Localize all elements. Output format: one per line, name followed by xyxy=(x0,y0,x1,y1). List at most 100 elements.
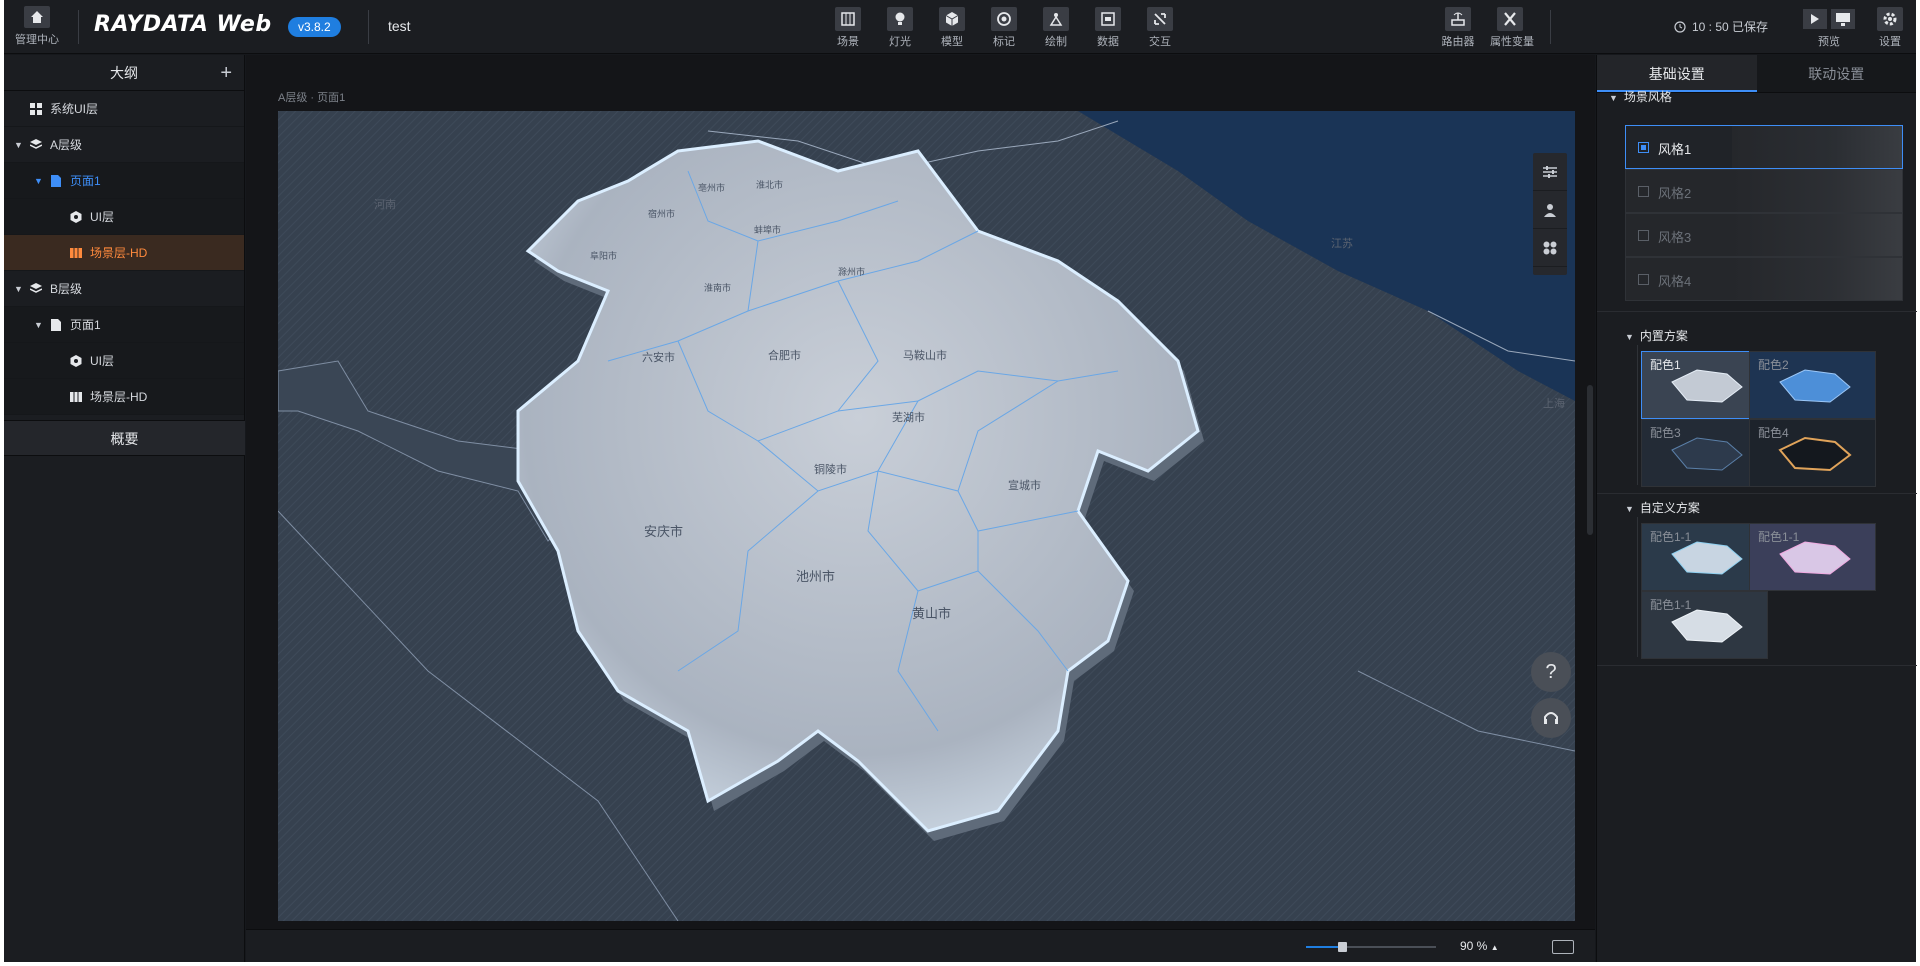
divider xyxy=(1550,10,1551,44)
scene-viewport[interactable]: 河南 江苏 上海 亳州市 淮北市 宿州市 蚌埠市 阜阳市 淮南市 滁州市 六安市… xyxy=(278,111,1575,921)
support-button[interactable] xyxy=(1531,698,1571,738)
keyboard-icon[interactable] xyxy=(1552,940,1574,954)
divider xyxy=(1597,665,1917,666)
city-label: 池州市 xyxy=(796,569,836,584)
caret-down-icon[interactable]: ▼ xyxy=(14,127,23,163)
settings-label: 设置 xyxy=(1879,36,1901,48)
preview-button[interactable]: 预览 xyxy=(1794,7,1864,51)
tree-item-label: A层级 xyxy=(50,138,83,152)
scheme-thumb-2[interactable]: 配色2 xyxy=(1749,351,1876,419)
overview-section[interactable]: 概要 xyxy=(4,420,245,456)
tool-data[interactable]: 数据 xyxy=(1088,7,1128,51)
zoom-level[interactable]: 90 % ▲ xyxy=(1460,939,1499,953)
tool-light[interactable]: 灯光 xyxy=(880,7,920,51)
tool-router[interactable]: 路由器 xyxy=(1438,7,1478,51)
top-bar: 管理中心 RAYDATA Web v3.8.2 test 场景 灯光 模型 标记… xyxy=(4,0,1916,54)
bottom-bar: 90 % ▲ xyxy=(246,929,1595,962)
tree-item-scene-layer[interactable]: 场景层-HD xyxy=(4,379,244,415)
city-label: 合肥市 xyxy=(768,350,801,362)
person-icon[interactable] xyxy=(1533,191,1567,229)
caret-down-icon: ▼ xyxy=(1625,332,1634,342)
tool-label: 绘制 xyxy=(1045,36,1067,48)
tool-variable[interactable]: 属性变量 xyxy=(1490,7,1534,51)
outline-panel: 大纲 + 系统UI层 ▼ A层级 ▼ 页面1 UI层 场景层-HD ▼ B层级 … xyxy=(4,55,245,962)
preview-label: 预览 xyxy=(1818,36,1840,48)
tab-linkage-settings[interactable]: 联动设置 xyxy=(1756,55,1916,92)
custom-thumb-3[interactable]: 配色1-1 xyxy=(1641,591,1768,659)
caret-down-icon[interactable]: ▼ xyxy=(34,307,43,343)
radio-checked xyxy=(1638,142,1649,153)
sliders-icon[interactable] xyxy=(1533,153,1567,191)
caret-down-icon[interactable]: ▼ xyxy=(34,163,43,199)
tree-item-ui-layer[interactable]: UI层 xyxy=(4,343,244,379)
tree-item-system-ui[interactable]: 系统UI层 xyxy=(4,91,244,127)
scheme-name: 配色1 xyxy=(1650,358,1681,372)
tool-marker[interactable]: 标记 xyxy=(984,7,1024,51)
tree-item-layer-b[interactable]: ▼ B层级 xyxy=(4,271,244,307)
zoom-slider-handle[interactable] xyxy=(1338,942,1348,952)
tree-item-label: UI层 xyxy=(90,354,115,368)
caret-up-icon: ▲ xyxy=(1490,943,1499,952)
gear-icon xyxy=(1877,7,1903,31)
scheme-name: 配色1-1 xyxy=(1650,530,1692,544)
tab-basic-settings[interactable]: 基础设置 xyxy=(1597,55,1757,92)
style-option-3[interactable]: 风格3 xyxy=(1625,213,1903,257)
scheme-name: 配色4 xyxy=(1758,426,1789,440)
scene-icon xyxy=(835,7,861,31)
builtin-scheme-header[interactable]: ▼ 内置方案 xyxy=(1625,327,1688,344)
apps-icon[interactable] xyxy=(1533,229,1567,267)
breadcrumb: A层级 · 页面1 xyxy=(278,92,346,104)
headset-icon xyxy=(1544,712,1558,724)
city-label: 安庆市 xyxy=(644,524,684,539)
region-label: 江苏 xyxy=(1331,238,1353,250)
help-button[interactable]: ? xyxy=(1531,652,1571,692)
radio-unchecked xyxy=(1638,274,1649,285)
tree-item-page-1[interactable]: ▼ 页面1 xyxy=(4,307,244,343)
custom-scheme-header[interactable]: ▼ 自定义方案 xyxy=(1625,499,1700,516)
zoom-slider[interactable] xyxy=(1306,942,1436,952)
home-icon xyxy=(24,6,50,28)
section-title: 自定义方案 xyxy=(1639,501,1700,515)
city-label: 芜湖市 xyxy=(892,412,925,424)
scene-layer-icon xyxy=(70,248,82,258)
tool-label: 数据 xyxy=(1097,36,1119,48)
tree-item-label: UI层 xyxy=(90,210,115,224)
tool-draw[interactable]: 绘制 xyxy=(1036,7,1076,51)
management-center-button[interactable]: 管理中心 xyxy=(12,6,62,50)
model-icon xyxy=(939,7,965,31)
caret-down-icon[interactable]: ▼ xyxy=(14,271,23,307)
tool-scene[interactable]: 场景 xyxy=(828,7,868,51)
scheme-thumb-4[interactable]: 配色4 xyxy=(1749,419,1876,487)
app-window: 管理中心 RAYDATA Web v3.8.2 test 场景 灯光 模型 标记… xyxy=(4,0,1917,962)
ui-layer-icon xyxy=(70,211,82,223)
light-icon xyxy=(887,7,913,31)
tool-model[interactable]: 模型 xyxy=(932,7,972,51)
project-name: test xyxy=(388,18,411,34)
add-icon[interactable]: + xyxy=(220,55,232,91)
zoom-slider-fill xyxy=(1306,946,1343,948)
zoom-level-text: 90 % xyxy=(1460,939,1488,953)
style-preview xyxy=(1732,126,1902,168)
tool-label: 属性变量 xyxy=(1490,36,1534,48)
custom-thumb-2[interactable]: 配色1-1 xyxy=(1749,523,1876,591)
tree-line xyxy=(1637,517,1638,657)
tree-item-layer-a[interactable]: ▼ A层级 xyxy=(4,127,244,163)
tree-item-page-1[interactable]: ▼ 页面1 xyxy=(4,163,244,199)
scene-side-toolbar xyxy=(1533,153,1567,275)
scene-style-header[interactable]: ▼ 场景风格 xyxy=(1609,88,1672,105)
tool-label: 标记 xyxy=(993,36,1015,48)
style-option-2[interactable]: 风格2 xyxy=(1625,169,1903,213)
city-label: 亳州市 xyxy=(698,183,726,193)
style-option-1[interactable]: 风格1 xyxy=(1625,125,1903,169)
style-name: 风格1 xyxy=(1658,142,1692,157)
tool-interact[interactable]: 交互 xyxy=(1140,7,1180,51)
settings-button[interactable]: 设置 xyxy=(1870,7,1910,51)
vertical-scrollbar[interactable] xyxy=(1587,385,1593,535)
tree-item-ui-layer[interactable]: UI层 xyxy=(4,199,244,235)
city-label: 蚌埠市 xyxy=(754,225,782,235)
style-option-4[interactable]: 风格4 xyxy=(1625,257,1903,301)
management-center-label: 管理中心 xyxy=(15,34,59,46)
page-icon xyxy=(51,175,61,187)
router-icon xyxy=(1445,7,1471,31)
tree-item-scene-layer[interactable]: 场景层-HD xyxy=(4,235,244,271)
